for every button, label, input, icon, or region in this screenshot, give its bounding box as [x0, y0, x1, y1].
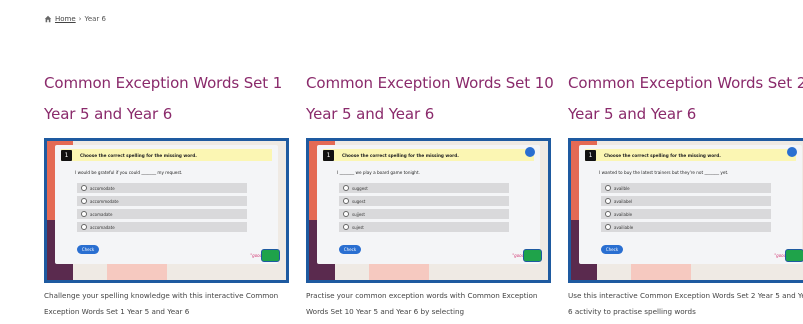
question-bar: 1 Choose the correct spelling for the mi… — [323, 149, 534, 161]
option-item: sujest — [339, 222, 509, 232]
card-title-line1[interactable]: Common Exception Words Set 10 — [306, 74, 554, 92]
brand-logo-icon — [785, 249, 803, 262]
option-list: accomodate accommodate acomadate accomad… — [77, 183, 247, 235]
radio-icon — [343, 224, 349, 230]
option-label: accomodate — [90, 185, 115, 191]
card-title-line1[interactable]: Common Exception Words Set 2 — [568, 74, 803, 92]
question-number: 1 — [61, 149, 72, 161]
question-bar: 1 Choose the correct spelling for the mi… — [61, 149, 272, 161]
question-number: 1 — [585, 149, 596, 161]
card-description: Practise your common exception words wit… — [306, 291, 538, 316]
question-text: Choose the correct spelling for the miss… — [80, 152, 197, 158]
resource-card[interactable]: Common Exception Words Set 10 Year 5 and… — [306, 68, 556, 320]
check-button: Check — [77, 245, 99, 254]
card-thumbnail[interactable]: 1 Choose the correct spelling for the mi… — [306, 138, 551, 283]
option-label: accommodate — [90, 198, 119, 204]
radio-icon — [605, 198, 611, 204]
option-label: sujjest — [352, 211, 365, 217]
radio-icon — [81, 185, 87, 191]
radio-icon — [343, 198, 349, 204]
option-item: available — [601, 209, 771, 219]
card-title[interactable]: Common Exception Words Set 10 Year 5 and… — [306, 68, 556, 130]
radio-icon — [81, 198, 87, 204]
option-label: availiable — [614, 224, 634, 230]
breadcrumb-home-link[interactable]: Home — [55, 15, 76, 23]
radio-icon — [605, 211, 611, 217]
brand-logo-icon — [523, 249, 542, 262]
card-description: Use this interactive Common Exception Wo… — [568, 291, 803, 316]
home-icon — [44, 15, 52, 23]
option-list: suggest sugest sujjest sujest — [339, 183, 509, 235]
option-label: availble — [614, 185, 630, 191]
option-item: sugest — [339, 196, 509, 206]
option-label: suggest — [352, 185, 368, 191]
radio-icon — [81, 211, 87, 217]
card-title-line1[interactable]: Common Exception Words Set 1 — [44, 74, 282, 92]
radio-icon — [605, 185, 611, 191]
check-button: Check — [601, 245, 623, 254]
option-label: sujest — [352, 224, 364, 230]
resource-card[interactable]: Common Exception Words Set 1 Year 5 and … — [44, 68, 294, 320]
breadcrumb-separator: › — [78, 15, 82, 23]
card-title-line2[interactable]: Year 5 and Year 6 — [568, 105, 696, 123]
option-item: accommodate — [77, 196, 247, 206]
question-sentence: I _______ we play a board game tonight. — [337, 170, 420, 175]
audio-icon — [525, 147, 535, 157]
resource-card[interactable]: Common Exception Words Set 2 Year 5 and … — [568, 68, 803, 320]
radio-icon — [605, 224, 611, 230]
card-title-line2[interactable]: Year 5 and Year 6 — [306, 105, 434, 123]
option-item: availabel — [601, 196, 771, 206]
question-sentence: I wanted to buy the latest trainers but … — [599, 170, 729, 175]
option-label: availabel — [614, 198, 633, 204]
option-item: suggest — [339, 183, 509, 193]
card-title[interactable]: Common Exception Words Set 2 Year 5 and … — [568, 68, 803, 130]
radio-icon — [343, 185, 349, 191]
card-title[interactable]: Common Exception Words Set 1 Year 5 and … — [44, 68, 294, 130]
option-item: availble — [601, 183, 771, 193]
option-item: availiable — [601, 222, 771, 232]
audio-icon — [787, 147, 797, 157]
option-label: acomadate — [90, 211, 113, 217]
question-number: 1 — [323, 149, 334, 161]
question-sentence: I would be grateful if you could _______… — [75, 170, 183, 175]
question-text: Choose the correct spelling for the miss… — [342, 152, 459, 158]
check-button: Check — [339, 245, 361, 254]
card-thumbnail[interactable]: 1 Choose the correct spelling for the mi… — [44, 138, 289, 283]
card-title-line2[interactable]: Year 5 and Year 6 — [44, 105, 172, 123]
question-text: Choose the correct spelling for the miss… — [604, 152, 721, 158]
card-thumbnail[interactable]: 1 Choose the correct spelling for the mi… — [568, 138, 803, 283]
quiz-panel: 1 Choose the correct spelling for the mi… — [579, 145, 802, 264]
option-label: available — [614, 211, 633, 217]
card-description: Challenge your spelling knowledge with t… — [44, 291, 279, 316]
radio-icon — [343, 211, 349, 217]
quiz-panel: 1 Choose the correct spelling for the mi… — [55, 145, 278, 264]
option-label: accomadate — [90, 224, 115, 230]
option-item: accomadate — [77, 222, 247, 232]
breadcrumb: Home › Year 6 — [44, 15, 106, 23]
question-bar: 1 Choose the correct spelling for the mi… — [585, 149, 796, 161]
option-list: availble availabel available availiable — [601, 183, 771, 235]
option-item: acomadate — [77, 209, 247, 219]
option-item: accomodate — [77, 183, 247, 193]
radio-icon — [81, 224, 87, 230]
breadcrumb-current: Year 6 — [84, 15, 106, 23]
brand-logo-icon — [261, 249, 280, 262]
option-label: sugest — [352, 198, 366, 204]
quiz-panel: 1 Choose the correct spelling for the mi… — [317, 145, 540, 264]
option-item: sujjest — [339, 209, 509, 219]
